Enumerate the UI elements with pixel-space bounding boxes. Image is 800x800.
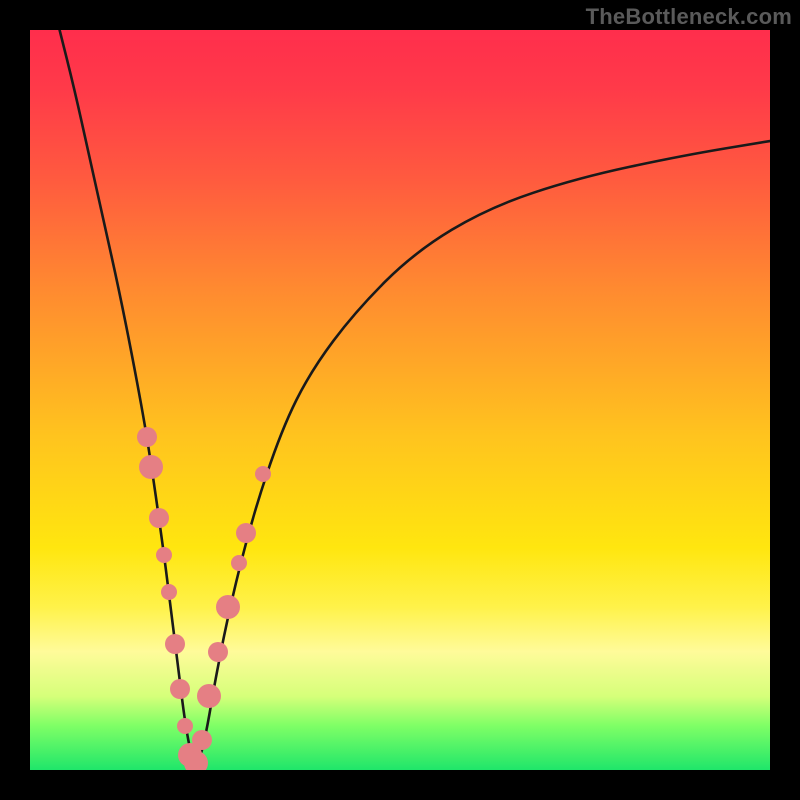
data-marker (184, 751, 208, 770)
plot-area (30, 30, 770, 770)
chart-frame: TheBottleneck.com (0, 0, 800, 800)
curve-svg (30, 30, 770, 770)
data-marker (208, 642, 228, 662)
data-marker (255, 466, 271, 482)
watermark-text: TheBottleneck.com (586, 4, 792, 30)
bottleneck-curve (60, 30, 770, 761)
data-marker (137, 427, 157, 447)
data-marker (231, 555, 247, 571)
data-marker (192, 730, 212, 750)
data-marker (170, 679, 190, 699)
data-marker (139, 455, 163, 479)
data-marker (177, 718, 193, 734)
data-marker (197, 684, 221, 708)
